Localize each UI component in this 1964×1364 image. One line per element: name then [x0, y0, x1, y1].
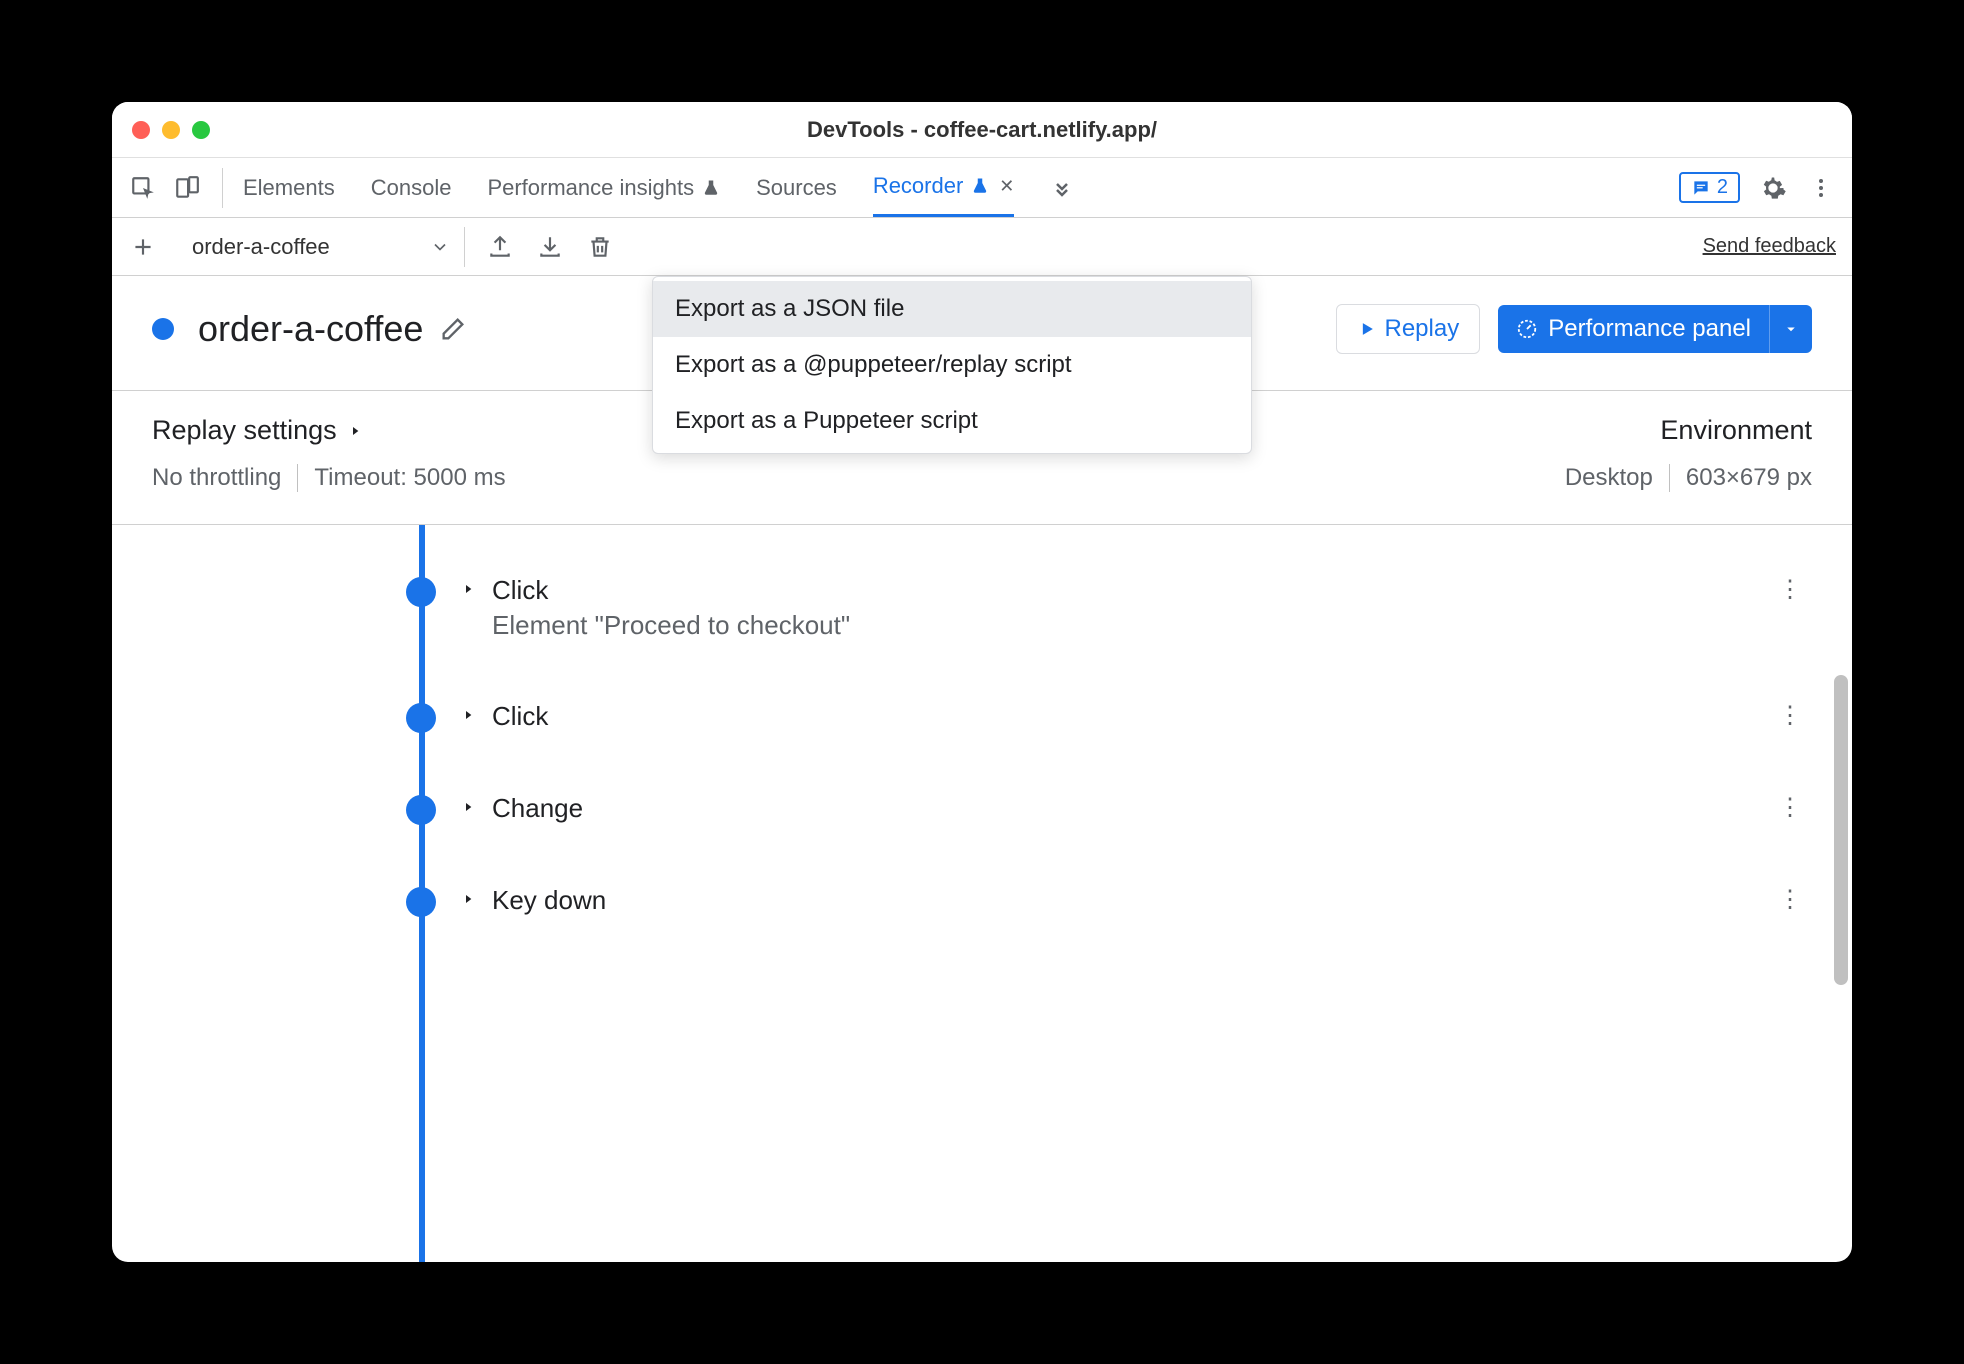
recording-status-dot [152, 318, 174, 340]
step-subtitle: Element "Proceed to checkout" [492, 610, 1852, 641]
window-close-button[interactable] [132, 121, 150, 139]
window-minimize-button[interactable] [162, 121, 180, 139]
tabs: Elements Console Performance insights So… [243, 158, 1659, 217]
step-menu-button[interactable]: ⋮ [1778, 885, 1802, 914]
steps-area: Click Element "Proceed to checkout" ⋮ Cl… [112, 525, 1852, 1262]
new-recording-button[interactable] [128, 232, 158, 262]
more-tabs-button[interactable] [1050, 158, 1074, 217]
step-menu-button[interactable]: ⋮ [1778, 793, 1802, 822]
timeout-value: Timeout: 5000 ms [298, 464, 521, 492]
step-row[interactable]: Click Element "Proceed to checkout" ⋮ [112, 545, 1852, 671]
perf-label: Performance panel [1548, 315, 1751, 343]
expand-step-icon[interactable] [460, 891, 476, 907]
step-menu-button[interactable]: ⋮ [1778, 575, 1802, 604]
performance-dropdown-button[interactable] [1769, 305, 1812, 353]
titlebar: DevTools - coffee-cart.netlify.app/ [112, 102, 1852, 158]
performance-panel-button[interactable]: Performance panel [1498, 305, 1769, 353]
chevron-down-icon [430, 237, 450, 257]
tabs-bar: Elements Console Performance insights So… [112, 158, 1852, 218]
export-puppeteer-item[interactable]: Export as a Puppeteer script [653, 393, 1251, 449]
issues-count: 2 [1717, 176, 1728, 199]
recording-name: order-a-coffee [192, 234, 330, 260]
step-title: Change [492, 793, 1852, 824]
inspect-element-icon[interactable] [128, 173, 158, 203]
export-button[interactable] [485, 232, 515, 262]
tab-console[interactable]: Console [371, 158, 452, 217]
tab-label: Performance insights [487, 175, 694, 201]
step-row[interactable]: Click ⋮ [112, 671, 1852, 763]
delete-button[interactable] [585, 232, 615, 262]
tab-label: Sources [756, 175, 837, 201]
replay-button[interactable]: Replay [1336, 304, 1481, 354]
expand-step-icon[interactable] [460, 799, 476, 815]
tab-label: Console [371, 175, 452, 201]
recording-selector[interactable]: order-a-coffee [178, 227, 465, 267]
expand-step-icon[interactable] [460, 707, 476, 723]
step-title: Key down [492, 885, 1852, 916]
step-menu-button[interactable]: ⋮ [1778, 701, 1802, 730]
more-menu-icon[interactable] [1806, 173, 1836, 203]
step-title: Click [492, 575, 1852, 606]
export-json-item[interactable]: Export as a JSON file [653, 281, 1251, 337]
devtools-window: DevTools - coffee-cart.netlify.app/ Elem… [112, 102, 1852, 1262]
environment-heading: Environment [1565, 415, 1812, 446]
tab-recorder[interactable]: Recorder ✕ [873, 158, 1015, 217]
device-value: Desktop [1565, 464, 1670, 492]
device-toolbar-icon[interactable] [172, 173, 202, 203]
recording-title-row: order-a-coffee Replay Performance panel … [112, 276, 1852, 391]
play-icon [1357, 319, 1377, 339]
step-row[interactable]: Change ⋮ [112, 763, 1852, 855]
flask-icon [971, 177, 989, 195]
tab-performance-insights[interactable]: Performance insights [487, 158, 720, 217]
close-tab-icon[interactable]: ✕ [999, 176, 1014, 197]
scrollbar-track[interactable] [1834, 525, 1850, 1262]
expand-step-icon[interactable] [460, 581, 476, 597]
environment-label: Environment [1660, 415, 1812, 446]
step-dot [406, 703, 436, 733]
recorder-toolbar: order-a-coffee Send feedback [112, 218, 1852, 276]
chevron-right-icon [347, 423, 363, 439]
settings-icon[interactable] [1758, 173, 1788, 203]
tab-label: Recorder [873, 173, 963, 199]
import-button[interactable] [535, 232, 565, 262]
step-title: Click [492, 701, 1852, 732]
step-row[interactable]: Key down ⋮ [112, 855, 1852, 947]
tab-label: Elements [243, 175, 335, 201]
step-dot [406, 577, 436, 607]
tab-elements[interactable]: Elements [243, 158, 335, 217]
traffic-lights [132, 121, 210, 139]
export-menu: Export as a JSON file Export as a @puppe… [652, 276, 1252, 454]
step-dot [406, 887, 436, 917]
issues-badge[interactable]: 2 [1679, 172, 1740, 203]
export-puppeteer-replay-item[interactable]: Export as a @puppeteer/replay script [653, 337, 1251, 393]
replay-label: Replay [1385, 315, 1460, 343]
throttling-value: No throttling [152, 464, 298, 492]
send-feedback-link[interactable]: Send feedback [1703, 235, 1836, 258]
replay-settings-label: Replay settings [152, 415, 337, 446]
gauge-icon [1516, 318, 1538, 340]
chat-icon [1691, 178, 1711, 198]
flask-icon [702, 179, 720, 197]
window-maximize-button[interactable] [192, 121, 210, 139]
edit-title-button[interactable] [439, 315, 467, 343]
tab-sources[interactable]: Sources [756, 158, 837, 217]
window-title: DevTools - coffee-cart.netlify.app/ [807, 117, 1157, 143]
viewport-value: 603×679 px [1670, 464, 1812, 492]
scrollbar-thumb[interactable] [1834, 675, 1848, 985]
step-dot [406, 795, 436, 825]
recording-title: order-a-coffee [198, 308, 423, 350]
